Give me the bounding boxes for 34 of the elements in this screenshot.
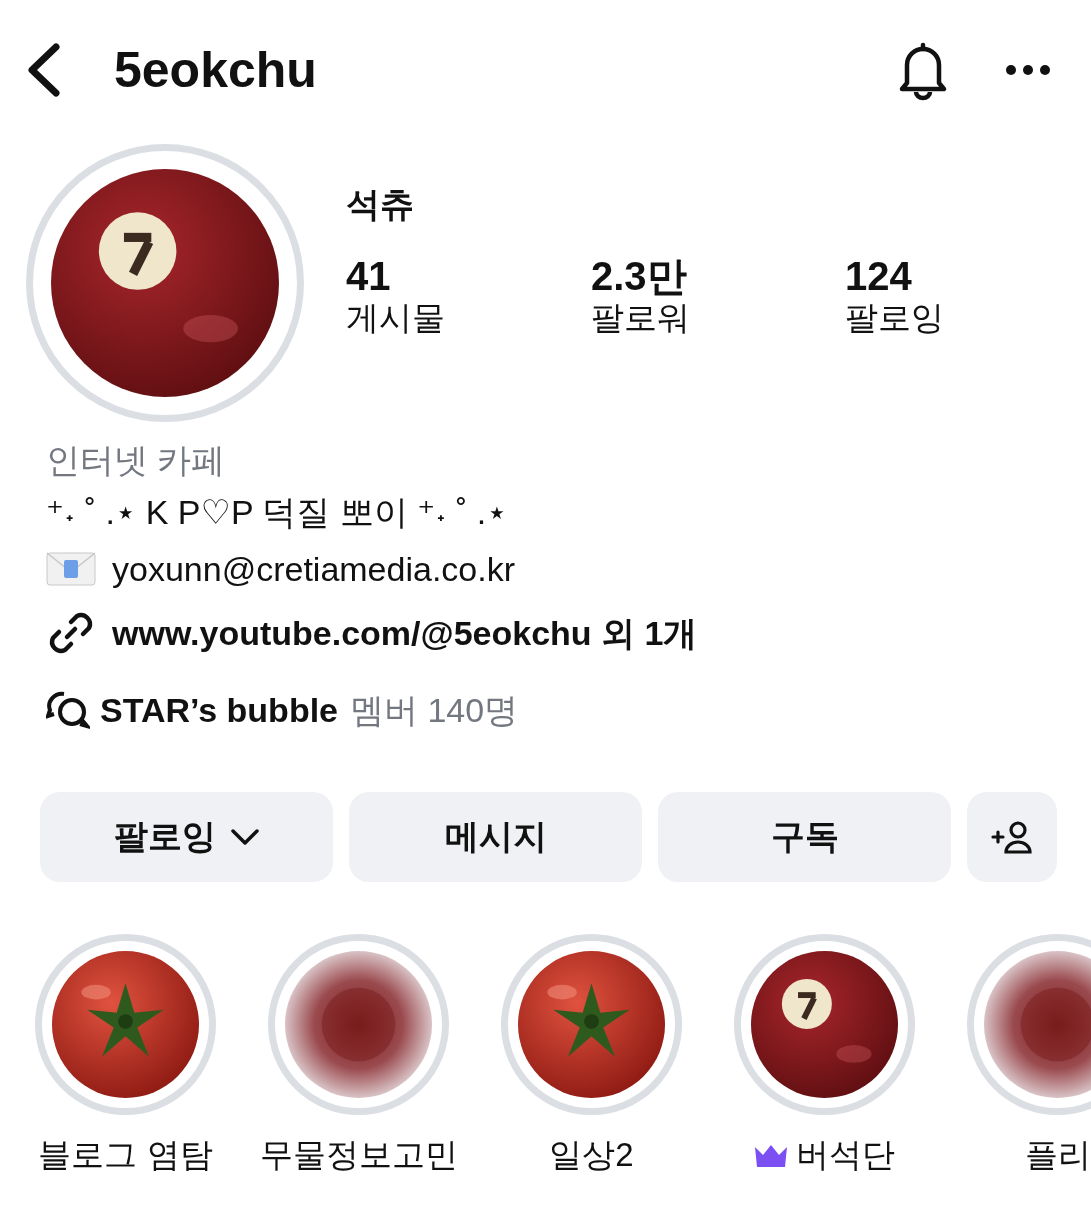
profile-avatar[interactable]	[26, 144, 304, 422]
story-highlight[interactable]	[501, 934, 682, 1115]
highlight-label: 일상2	[549, 1135, 634, 1175]
website-link[interactable]: www.youtube.com/@5eokchu 외 1개	[112, 607, 698, 659]
stat-label: 게시물	[346, 298, 446, 338]
stat-label: 팔로워	[591, 298, 691, 338]
story-highlight[interactable]	[35, 934, 216, 1115]
crown-icon	[754, 1143, 788, 1168]
chevron-down-icon	[229, 828, 260, 846]
stat-label: 팔로잉	[845, 298, 945, 338]
bio-text: ⁺˖ ˚ .⋆ K P♡P 덕질 뽀이 ⁺˖ ˚ .⋆	[46, 492, 508, 533]
add-person-icon	[990, 820, 1035, 854]
highlight-label: 플리	[1024, 1135, 1091, 1175]
highlight-label: 무물정보고민	[259, 1135, 458, 1175]
profile-action-button[interactable]: 구독	[658, 792, 952, 882]
profile-action-button[interactable]: 팔로잉	[40, 792, 334, 882]
profile-username: 5eokchu	[114, 41, 318, 99]
envelope-icon	[46, 552, 96, 586]
channel-name[interactable]: STAR’s bubble	[100, 684, 338, 736]
stat-count: 124	[845, 254, 913, 298]
stat-count: 41	[346, 254, 392, 298]
display-name: 석츄	[346, 184, 415, 225]
add-person-button[interactable]	[967, 792, 1057, 882]
more-options-icon[interactable]	[1005, 64, 1051, 76]
story-highlight[interactable]	[734, 934, 915, 1115]
stat-count: 2.3만	[591, 254, 688, 298]
profile-action-button[interactable]: 메시지	[349, 792, 643, 882]
category-label: 인터넷 카페	[46, 440, 226, 481]
highlight-label: 블로그 염탐	[38, 1135, 213, 1175]
story-highlight[interactable]	[268, 934, 449, 1115]
chat-bubbles-icon	[46, 690, 90, 730]
channel-members: 멤버 140명	[350, 690, 519, 731]
email-link[interactable]: yoxunn@cretiamedia.co.kr	[112, 543, 516, 595]
highlight-label: 버석단	[796, 1135, 895, 1175]
